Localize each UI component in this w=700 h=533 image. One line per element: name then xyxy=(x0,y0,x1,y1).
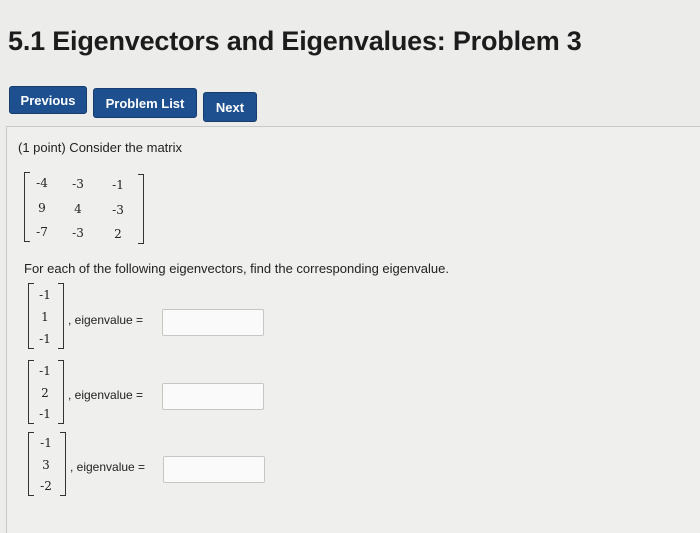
previous-button[interactable]: Previous xyxy=(9,86,87,114)
problem-list-button[interactable]: Problem List xyxy=(93,88,197,118)
matrix-cell: -7 xyxy=(36,225,48,239)
eigenvalue-label: , eigenvalue = xyxy=(70,460,146,474)
matrix-cell: -3 xyxy=(72,177,84,191)
eigenvalue-input[interactable] xyxy=(162,309,264,336)
matrix-cell: -3 xyxy=(72,226,84,240)
vector-right-bracket xyxy=(58,360,64,424)
next-button[interactable]: Next xyxy=(203,92,257,122)
matrix-right-bracket xyxy=(138,174,144,244)
vector-right-bracket xyxy=(60,432,66,496)
vector-component: -1 xyxy=(39,407,51,421)
vector-component: 3 xyxy=(42,458,50,472)
vector-component: -1 xyxy=(39,288,51,302)
vector-component: -1 xyxy=(39,364,51,378)
vector-component: -1 xyxy=(39,332,51,346)
matrix-cell: -3 xyxy=(112,203,124,217)
vector-component: 1 xyxy=(41,310,49,324)
eigenvalue-label: , eigenvalue = xyxy=(68,313,144,327)
vector-component: 2 xyxy=(41,386,49,400)
matrix-cell: -4 xyxy=(36,176,48,190)
matrix-cell: 4 xyxy=(74,202,82,216)
vector-component: -2 xyxy=(40,479,52,493)
eigenvalue-input[interactable] xyxy=(163,456,265,483)
eigenvalue-input[interactable] xyxy=(162,383,264,410)
matrix-cell: 9 xyxy=(38,201,46,215)
problem-intro: (1 point) Consider the matrix xyxy=(18,140,183,155)
vector-right-bracket xyxy=(58,283,64,349)
eigenvalue-label: , eigenvalue = xyxy=(68,388,144,402)
matrix-cell: -1 xyxy=(112,178,124,192)
matrix-cell: 2 xyxy=(114,227,122,241)
problem-instruction: For each of the following eigenvectors, … xyxy=(24,261,449,276)
vector-component: -1 xyxy=(40,436,52,450)
page-title: 5.1 Eigenvectors and Eigenvalues: Proble… xyxy=(8,26,582,56)
